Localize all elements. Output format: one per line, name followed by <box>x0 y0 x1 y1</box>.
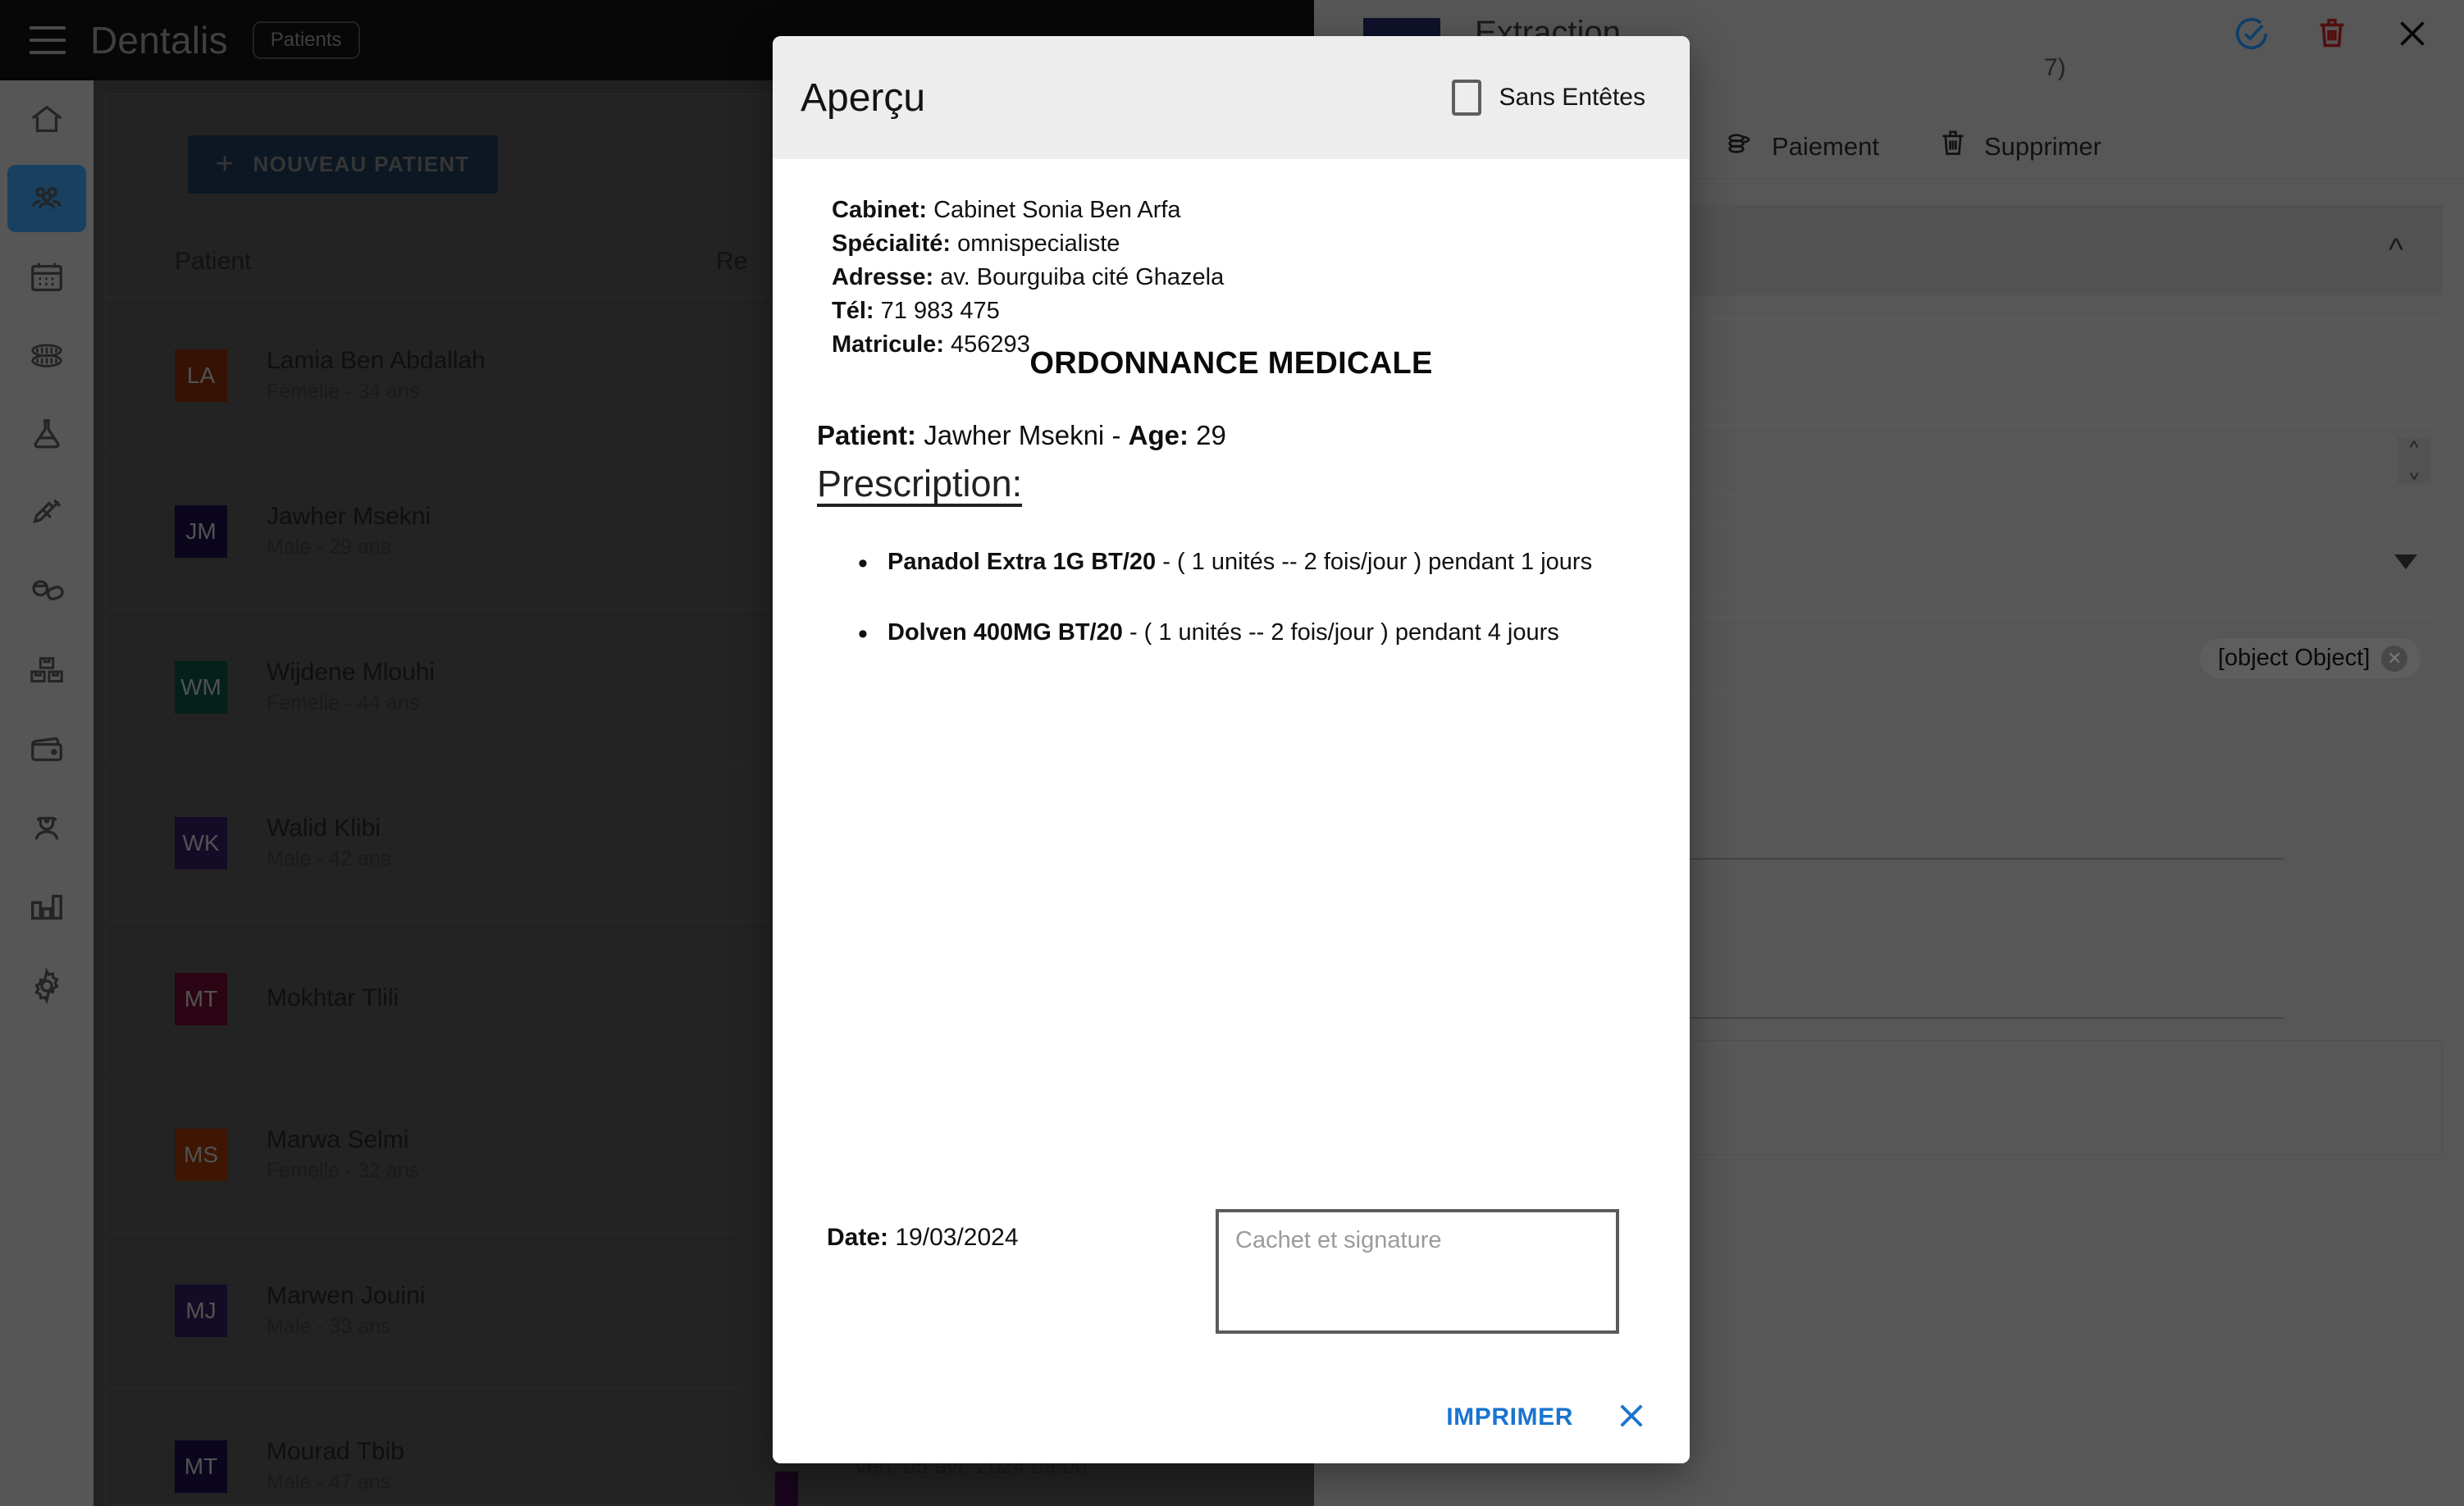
signature-placeholder: Cachet et signature <box>1235 1227 1442 1253</box>
patient-line: Patient: Jawher Msekni - Age: 29 <box>817 420 1226 451</box>
clinic-value: omnispecialiste <box>957 230 1120 257</box>
checkbox-icon[interactable] <box>1451 80 1481 116</box>
close-x-icon <box>1620 1403 1643 1427</box>
dialog-title: Aperçu <box>801 75 926 120</box>
document-title: ORDONNANCE MEDICALE <box>1029 346 1433 381</box>
date-line: Date: 19/03/2024 <box>827 1224 1019 1252</box>
clinic-label: Tél: <box>832 297 874 324</box>
clinic-value: av. Bourguiba cité Ghazela <box>940 263 1225 290</box>
clinic-row: Cabinet: Cabinet Sonia Ben Arfa <box>832 194 1224 227</box>
age-value: 29 <box>1196 420 1226 450</box>
clinic-label: Adresse: <box>832 263 934 290</box>
clinic-label: Spécialité: <box>832 230 951 257</box>
prescription-list: Panadol Extra 1G BT/20 - ( 1 unités -- 2… <box>858 543 1640 685</box>
patient-label: Patient: <box>817 420 917 450</box>
clinic-label: Cabinet: <box>832 197 927 223</box>
clinic-row: Spécialité: omnispecialiste <box>832 227 1224 261</box>
dialog-header: Aperçu Sans Entêtes <box>773 36 1690 159</box>
clinic-value: Cabinet Sonia Ben Arfa <box>933 197 1181 223</box>
sans-entetes-toggle[interactable]: Sans Entêtes <box>1451 80 1645 116</box>
date-value: 19/03/2024 <box>895 1224 1019 1251</box>
clinic-row: Adresse: av. Bourguiba cité Ghazela <box>832 261 1224 294</box>
list-item: Dolven 400MG BT/20 - ( 1 unités -- 2 foi… <box>858 614 1640 655</box>
close-dialog-button[interactable] <box>1614 1399 1649 1437</box>
clinic-value: 71 983 475 <box>880 297 1000 324</box>
clinic-row: Tél: 71 983 475 <box>832 294 1224 328</box>
prescription-heading: Prescription: <box>817 463 1023 504</box>
clinic-header: Cabinet: Cabinet Sonia Ben Arfa Spéciali… <box>832 194 1224 361</box>
date-label: Date: <box>827 1224 889 1251</box>
prescription-preview: Cabinet: Cabinet Sonia Ben Arfa Spéciali… <box>773 159 1690 1371</box>
signature-box[interactable]: Cachet et signature <box>1216 1209 1619 1334</box>
drug-name: Panadol Extra 1G BT/20 <box>887 549 1157 575</box>
sans-entetes-label: Sans Entêtes <box>1499 84 1645 111</box>
drug-detail: - ( 1 unités -- 2 fois/jour ) pendant 4 … <box>1129 618 1559 646</box>
drug-detail: - ( 1 unités -- 2 fois/jour ) pendant 1 … <box>1162 549 1593 575</box>
age-label: Age: <box>1128 420 1189 450</box>
imprimer-button[interactable]: IMPRIMER <box>1446 1403 1573 1431</box>
drug-name: Dolven 400MG BT/20 <box>887 618 1123 646</box>
age-separator: - <box>1111 420 1121 450</box>
list-item: Panadol Extra 1G BT/20 - ( 1 unités -- 2… <box>858 543 1640 584</box>
patient-name: Jawher Msekni <box>924 420 1105 450</box>
apercu-dialog: Aperçu Sans Entêtes Cabinet: Cabinet Son… <box>773 36 1690 1463</box>
dialog-footer: IMPRIMER <box>773 1371 1690 1463</box>
